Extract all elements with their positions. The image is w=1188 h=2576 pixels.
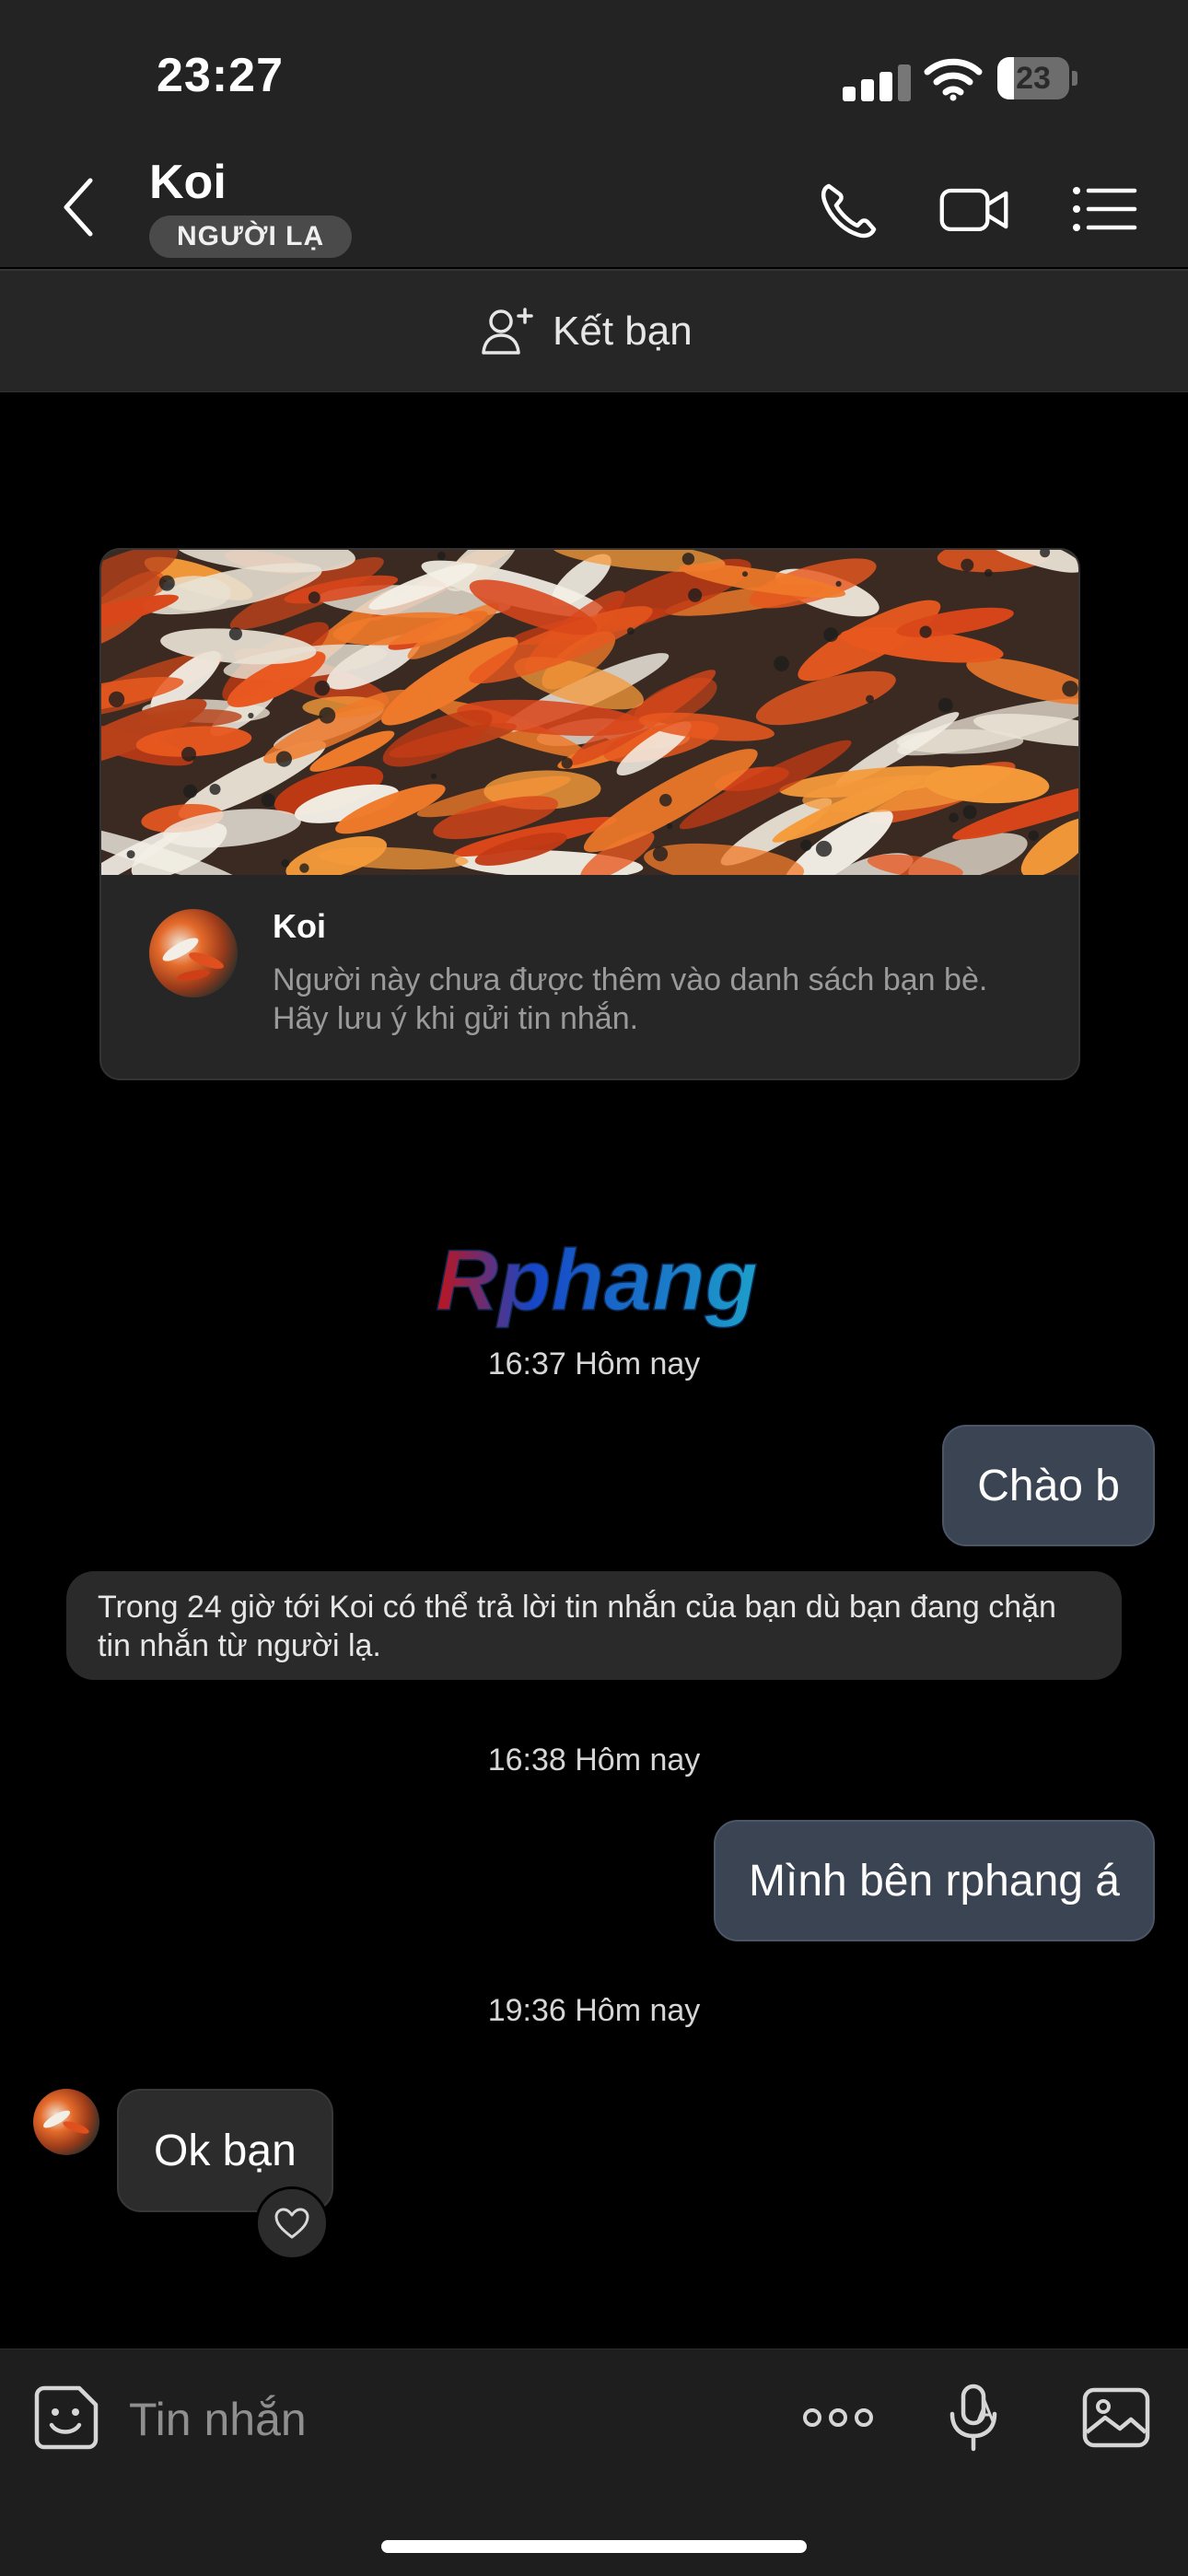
wifi-icon <box>924 58 983 101</box>
list-menu-icon[interactable] <box>1068 177 1142 241</box>
chat-title: Koi <box>149 156 227 209</box>
video-camera-icon[interactable] <box>938 177 1011 241</box>
add-friend-label: Kết bạn <box>553 308 693 354</box>
sticker-smile-icon[interactable] <box>29 2381 103 2454</box>
sender-avatar[interactable] <box>33 2089 99 2155</box>
timestamp: 19:36 Hôm nay <box>487 1993 701 2028</box>
top-bar: 23:27 23 Koi NGƯỜI LẠ <box>0 0 1188 267</box>
add-friend-button[interactable]: Kết bạn <box>481 271 693 391</box>
profile-name: Koi <box>273 907 326 945</box>
status-time: 23:27 <box>157 49 284 102</box>
timestamp: 16:37 Hôm nay <box>487 1346 701 1381</box>
message-text: Chào b <box>977 1461 1120 1510</box>
microphone-icon[interactable] <box>938 2381 1011 2454</box>
back-button[interactable] <box>55 175 101 239</box>
battery-indicator: 23 <box>997 57 1078 99</box>
battery-percent: 23 <box>1016 61 1051 96</box>
message-text: Ok bạn <box>154 2126 297 2175</box>
heart-icon <box>274 2208 309 2239</box>
cover-photo <box>101 550 1078 875</box>
outgoing-message[interactable]: Chào b <box>942 1425 1155 1546</box>
timestamp: 16:38 Hôm nay <box>487 1743 701 1778</box>
image-icon[interactable] <box>1079 2381 1153 2454</box>
rphang-watermark-logo: Rphang <box>435 1234 758 1329</box>
svg-text:Rphang: Rphang <box>436 1234 758 1328</box>
home-indicator <box>381 2540 807 2553</box>
profile-warning: Người này chưa được thêm vào danh sách b… <box>273 962 988 1036</box>
cellular-signal-icon <box>843 63 916 101</box>
system-notice: Trong 24 giờ tới Koi có thể trả lời tin … <box>66 1571 1122 1680</box>
more-dots-icon[interactable] <box>801 2381 875 2454</box>
profile-card[interactable]: Koi Người này chưa được thêm vào danh sá… <box>99 548 1080 1080</box>
add-user-icon <box>482 307 533 355</box>
message-text: Mình bên rphang á <box>749 1856 1120 1906</box>
reaction-button[interactable] <box>255 2186 329 2260</box>
stranger-badge: NGƯỜI LẠ <box>149 216 353 258</box>
profile-avatar <box>149 909 238 997</box>
outgoing-message[interactable]: Mình bên rphang á <box>714 1820 1155 1941</box>
add-friend-bar: Kết bạn <box>0 269 1188 392</box>
message-input[interactable] <box>129 2390 755 2449</box>
phone-icon[interactable] <box>814 177 888 241</box>
